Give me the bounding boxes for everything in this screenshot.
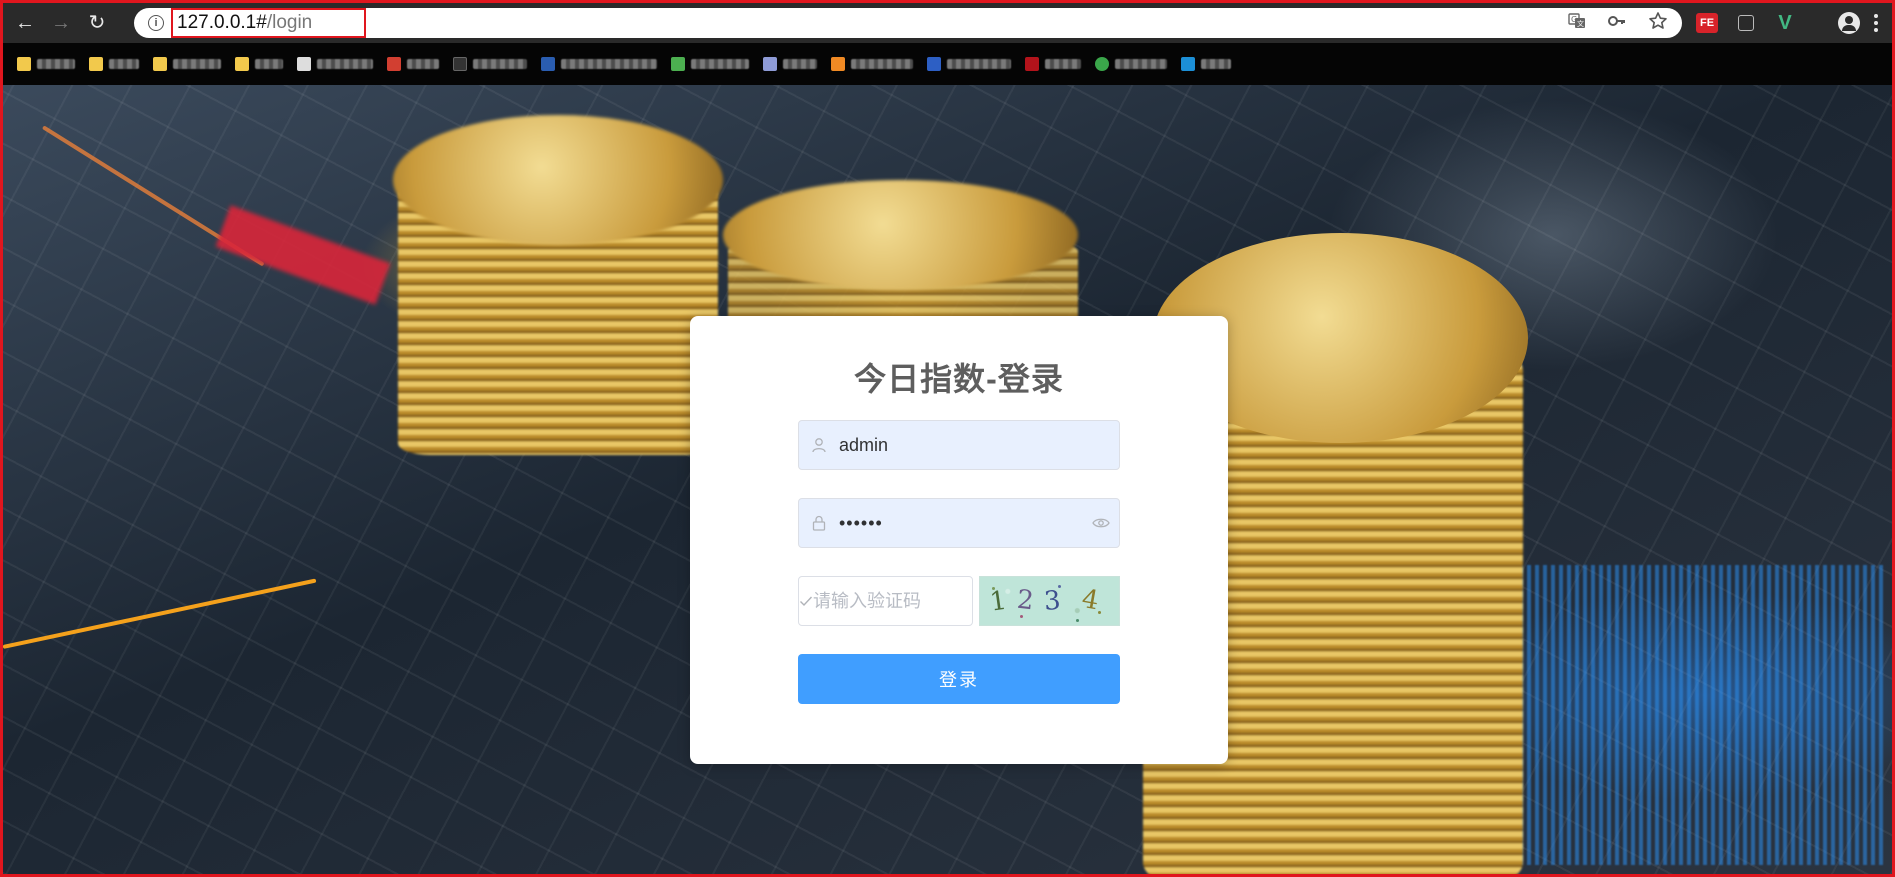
captcha-noise	[1020, 615, 1023, 618]
login-button[interactable]: 登录	[798, 654, 1120, 704]
bookmark-favicon-icon	[297, 57, 311, 71]
bookmarks-bar	[3, 43, 1892, 85]
bookmark-favicon-icon	[763, 57, 777, 71]
captcha-field[interactable]	[798, 576, 1045, 626]
captcha-char: 2	[1015, 584, 1045, 618]
bookmark-item[interactable]	[1095, 57, 1167, 71]
captcha-noise	[1076, 619, 1079, 622]
bookmark-item[interactable]	[1025, 57, 1081, 71]
url-text[interactable]: 127.0.0.1#/login	[171, 8, 366, 38]
bookmark-item[interactable]	[541, 57, 657, 71]
folder-icon	[89, 57, 103, 71]
bookmark-item[interactable]	[927, 57, 1011, 71]
folder-icon	[153, 57, 167, 71]
username-field[interactable]	[798, 420, 1120, 470]
bookmark-item[interactable]	[153, 57, 221, 71]
bookmark-favicon-icon	[831, 57, 845, 71]
background-volume-bars	[1503, 565, 1883, 865]
star-icon[interactable]	[1648, 11, 1668, 36]
lock-icon	[799, 499, 839, 547]
bookmark-item[interactable]	[297, 57, 373, 71]
fe-helper-icon[interactable]: FE	[1696, 13, 1718, 33]
captcha-char: 3	[1042, 585, 1072, 617]
bookmark-item[interactable]	[763, 57, 817, 71]
check-icon	[799, 577, 813, 625]
captcha-noise	[1098, 611, 1101, 614]
bookmark-favicon-icon	[387, 57, 401, 71]
bookmark-favicon-icon	[927, 57, 941, 71]
forward-arrow-icon[interactable]: →	[47, 9, 75, 37]
folder-icon	[235, 57, 249, 71]
bookmark-favicon-icon	[1095, 57, 1109, 71]
browser-menu-icon[interactable]	[1874, 14, 1878, 32]
back-arrow-icon[interactable]: ←	[11, 9, 39, 37]
bookmark-item[interactable]	[17, 57, 75, 71]
password-field[interactable]	[798, 498, 1120, 548]
url-host: 127.0.0.1#	[177, 12, 267, 33]
browser-toolbar: ← → ↻ i 127.0.0.1#/login G文 FE V	[3, 3, 1892, 43]
address-bar[interactable]: i 127.0.0.1#/login G文	[134, 8, 1682, 38]
captcha-noise	[1058, 585, 1061, 588]
reload-icon[interactable]: ↻	[83, 9, 111, 37]
bookmark-favicon-icon	[453, 57, 467, 71]
user-icon	[799, 421, 839, 469]
password-input[interactable]	[839, 499, 1083, 547]
url-path: /login	[266, 12, 313, 33]
profile-avatar-icon[interactable]	[1838, 12, 1860, 34]
login-page: 今日指数-登录 1 2 3 4	[3, 85, 1892, 874]
bookmark-item[interactable]	[831, 57, 913, 71]
bookmark-item[interactable]	[671, 57, 749, 71]
extensions-area: FE V	[1696, 8, 1796, 38]
bookmark-favicon-icon	[1025, 57, 1039, 71]
bookmark-favicon-icon	[1181, 57, 1195, 71]
qr-code-icon[interactable]	[1738, 15, 1754, 31]
bookmark-item[interactable]	[235, 57, 283, 71]
login-card: 今日指数-登录 1 2 3 4	[690, 316, 1228, 764]
folder-icon	[17, 57, 31, 71]
translate-icon[interactable]: G文	[1568, 12, 1586, 35]
show-password-eye-icon[interactable]	[1083, 499, 1119, 547]
bookmark-item[interactable]	[387, 57, 439, 71]
vue-devtools-icon[interactable]: V	[1774, 12, 1796, 34]
key-icon[interactable]	[1608, 12, 1626, 35]
bookmark-item[interactable]	[1181, 57, 1231, 71]
bookmark-item[interactable]	[89, 57, 139, 71]
username-input[interactable]	[839, 421, 1119, 469]
background-coin-top	[723, 180, 1078, 290]
svg-text:文: 文	[1577, 19, 1584, 28]
bookmark-item[interactable]	[453, 57, 527, 71]
site-info-icon[interactable]: i	[148, 15, 164, 31]
bookmark-favicon-icon	[541, 57, 555, 71]
background-coin-top	[393, 115, 723, 245]
bookmark-favicon-icon	[671, 57, 685, 71]
captcha-char: 4	[1079, 583, 1111, 619]
login-title: 今日指数-登录	[854, 361, 1064, 397]
captcha-noise	[992, 587, 995, 590]
captcha-image[interactable]: 1 2 3 4	[979, 576, 1120, 626]
